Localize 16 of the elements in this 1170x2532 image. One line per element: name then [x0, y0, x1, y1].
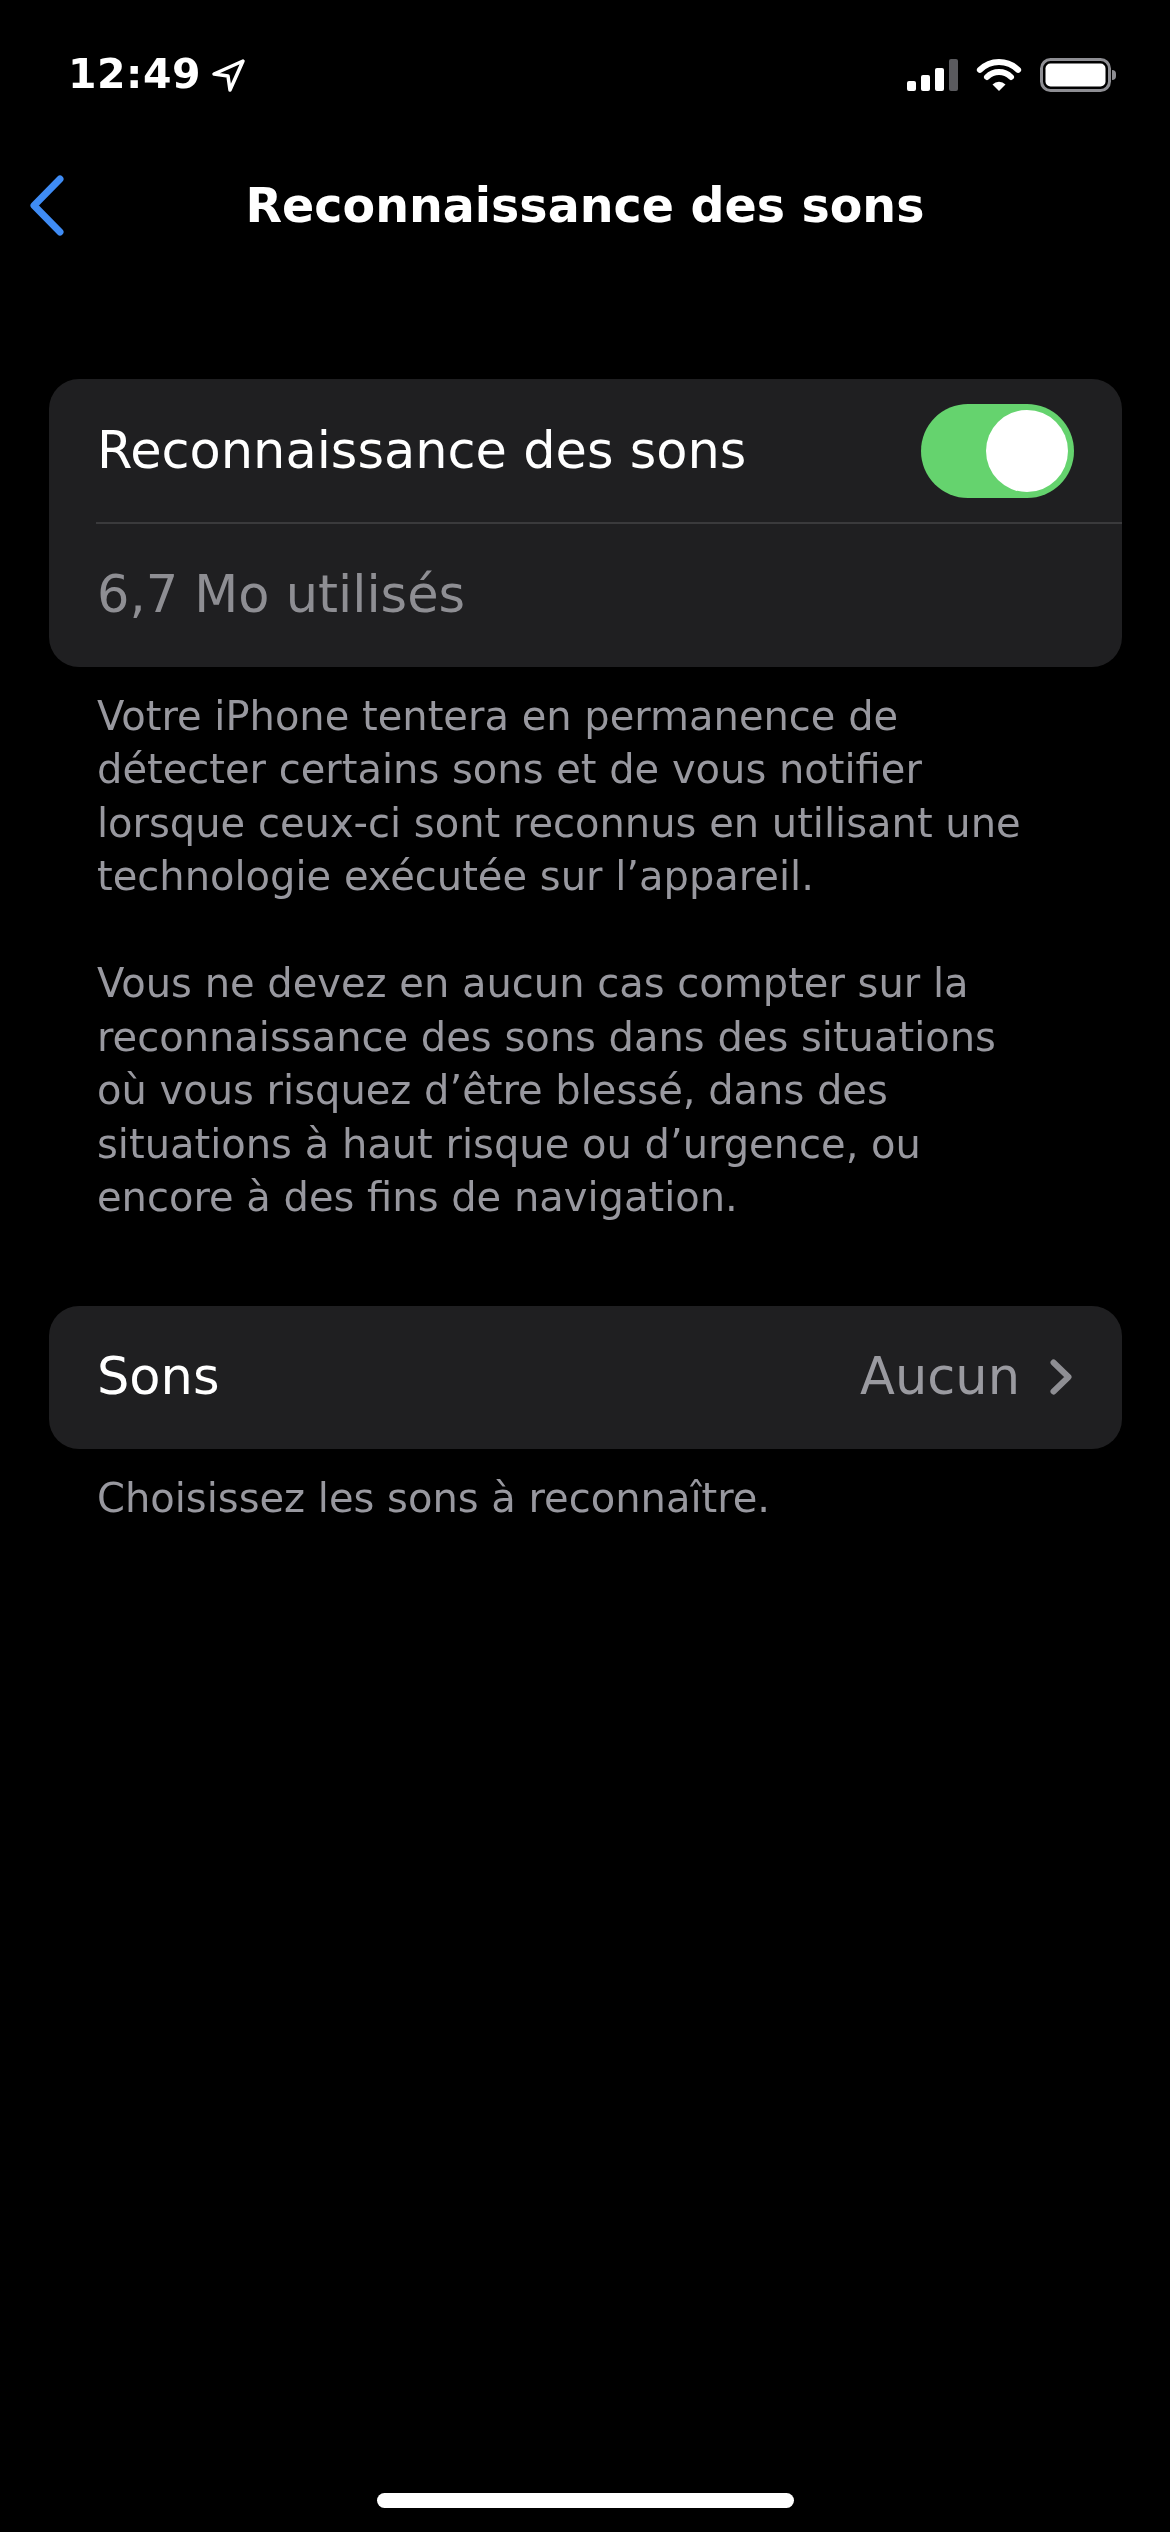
- footer-note: Vous ne devez en aucun cas compter sur la reconnaissance des sons dans des situations où vous risquez d’être blessé, dans des situations à haut risque ou d’urgence, ou encore à des fins de navigation.: [97, 959, 997, 1222]
- chevron-left-icon: [28, 173, 65, 237]
- signal-icon: [907, 59, 958, 91]
- storage-usage-text: 6,7 Mo utilisés: [97, 564, 466, 626]
- chevron-right-icon: [1050, 1359, 1072, 1395]
- setting-label: Reconnaissance des sons: [97, 419, 747, 482]
- row-value: Aucun: [860, 1346, 1020, 1408]
- status-time: 12:49: [68, 52, 201, 98]
- location-arrow-icon: [211, 57, 246, 93]
- row-label[interactable]: Sons: [97, 1346, 220, 1408]
- page-title: Reconnaissance des sons: [245, 176, 925, 234]
- wifi-icon: [975, 58, 1023, 92]
- footer-note: Votre iPhone tentera en permanence de détecter certains sons et de vous notifier lorsque ceux-ci sont reconnus en utilisant une technologie exécutée sur l’appareil.: [97, 691, 1022, 901]
- footer-note: Choisissez les sons à reconnaître.: [97, 1473, 772, 1523]
- battery-icon: [1040, 58, 1117, 92]
- back-button[interactable]: [28, 173, 65, 237]
